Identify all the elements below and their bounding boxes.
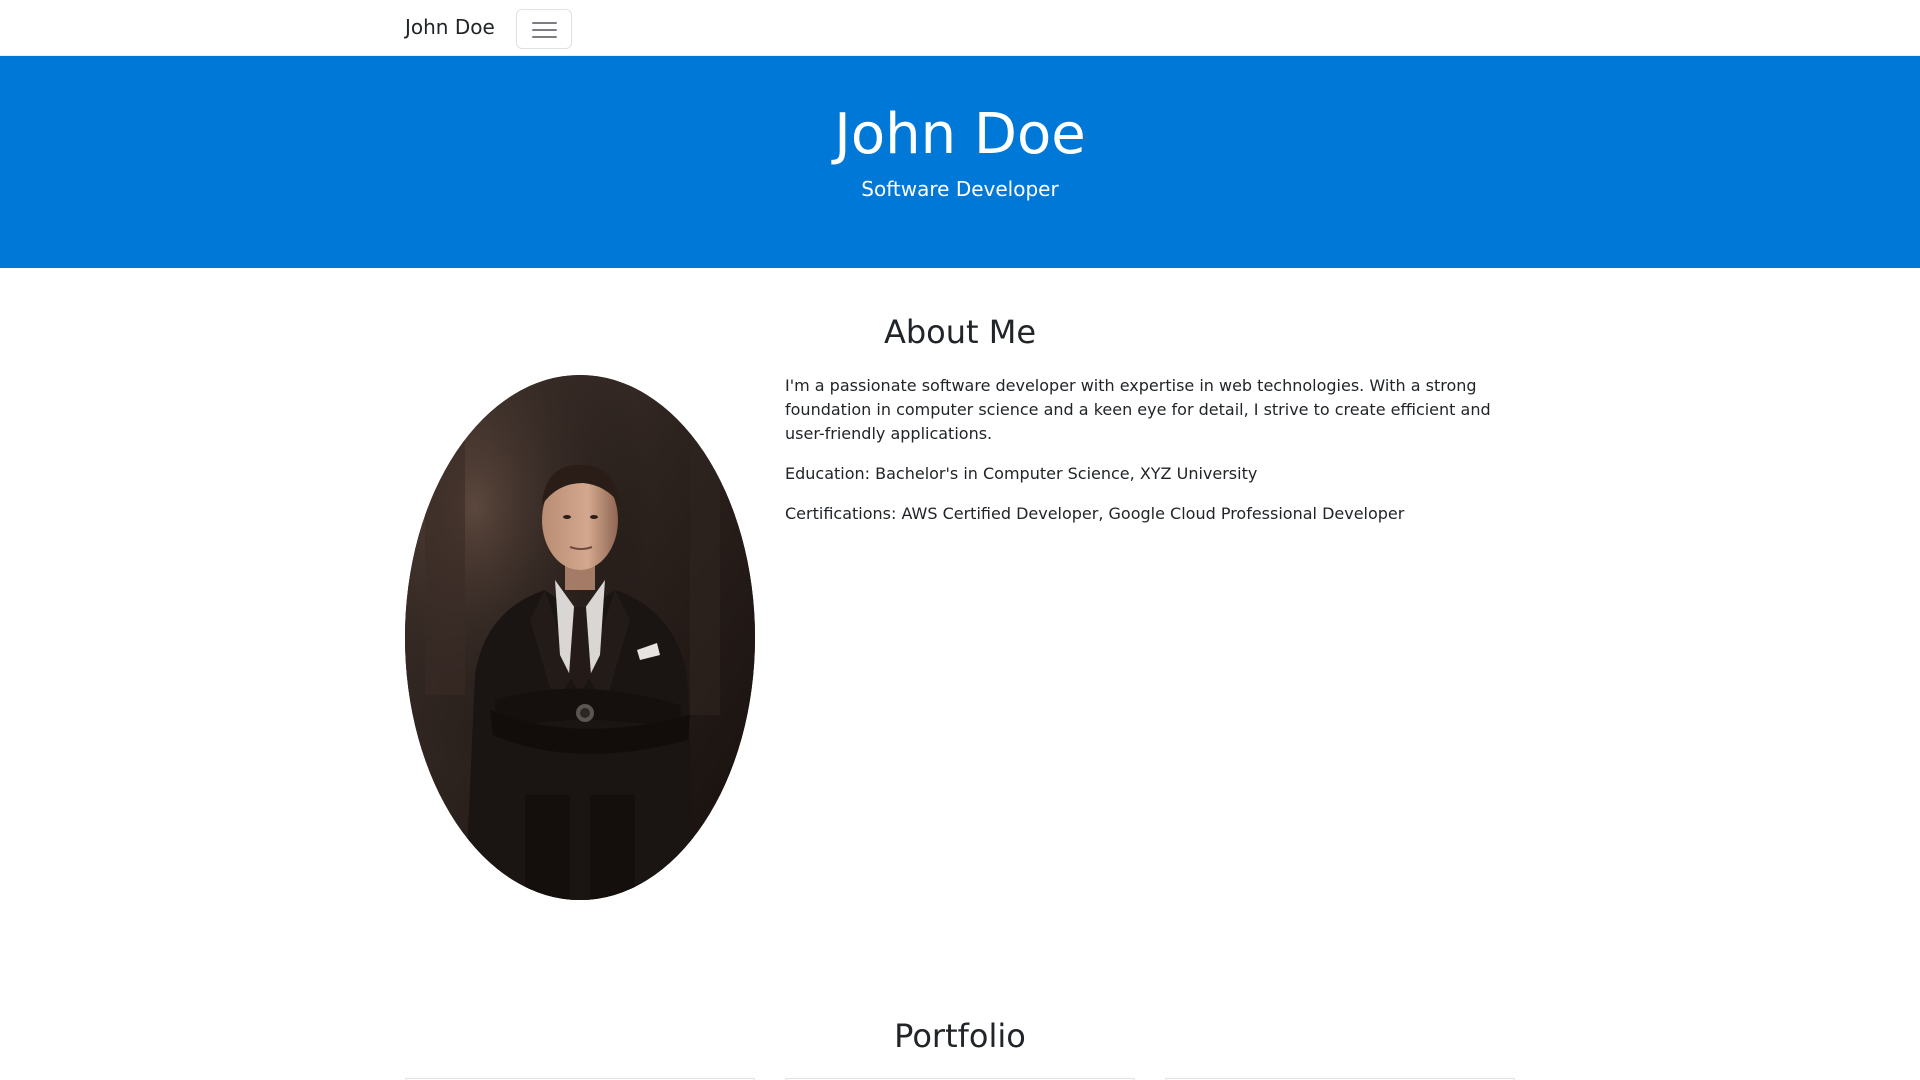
hamburger-menu-icon: [532, 22, 557, 24]
hero-banner: John Doe Software Developer: [0, 56, 1920, 268]
hero-subtitle: Software Developer: [861, 177, 1059, 201]
about-paragraph-certifications: Certifications: AWS Certified Developer,…: [785, 504, 1405, 523]
about-paragraph-education: Education: Bachelor's in Computer Scienc…: [785, 464, 1258, 483]
about-text: I'm a passionate software developer with…: [785, 374, 1515, 542]
hamburger-menu-icon-line: [532, 29, 557, 31]
about-paragraph-bio: I'm a passionate software developer with…: [785, 376, 1491, 443]
top-navbar: John Doe: [0, 0, 1920, 56]
about-heading: About Me: [883, 313, 1037, 351]
portrait-image: [405, 375, 755, 900]
hamburger-menu-icon-line: [532, 36, 557, 38]
navbar-toggle-button[interactable]: [516, 9, 572, 49]
navbar-brand[interactable]: John Doe: [405, 14, 495, 40]
portfolio-heading: Portfolio: [894, 1017, 1026, 1055]
hero-title: John Doe: [834, 102, 1086, 167]
portrait-photo: [405, 375, 755, 900]
